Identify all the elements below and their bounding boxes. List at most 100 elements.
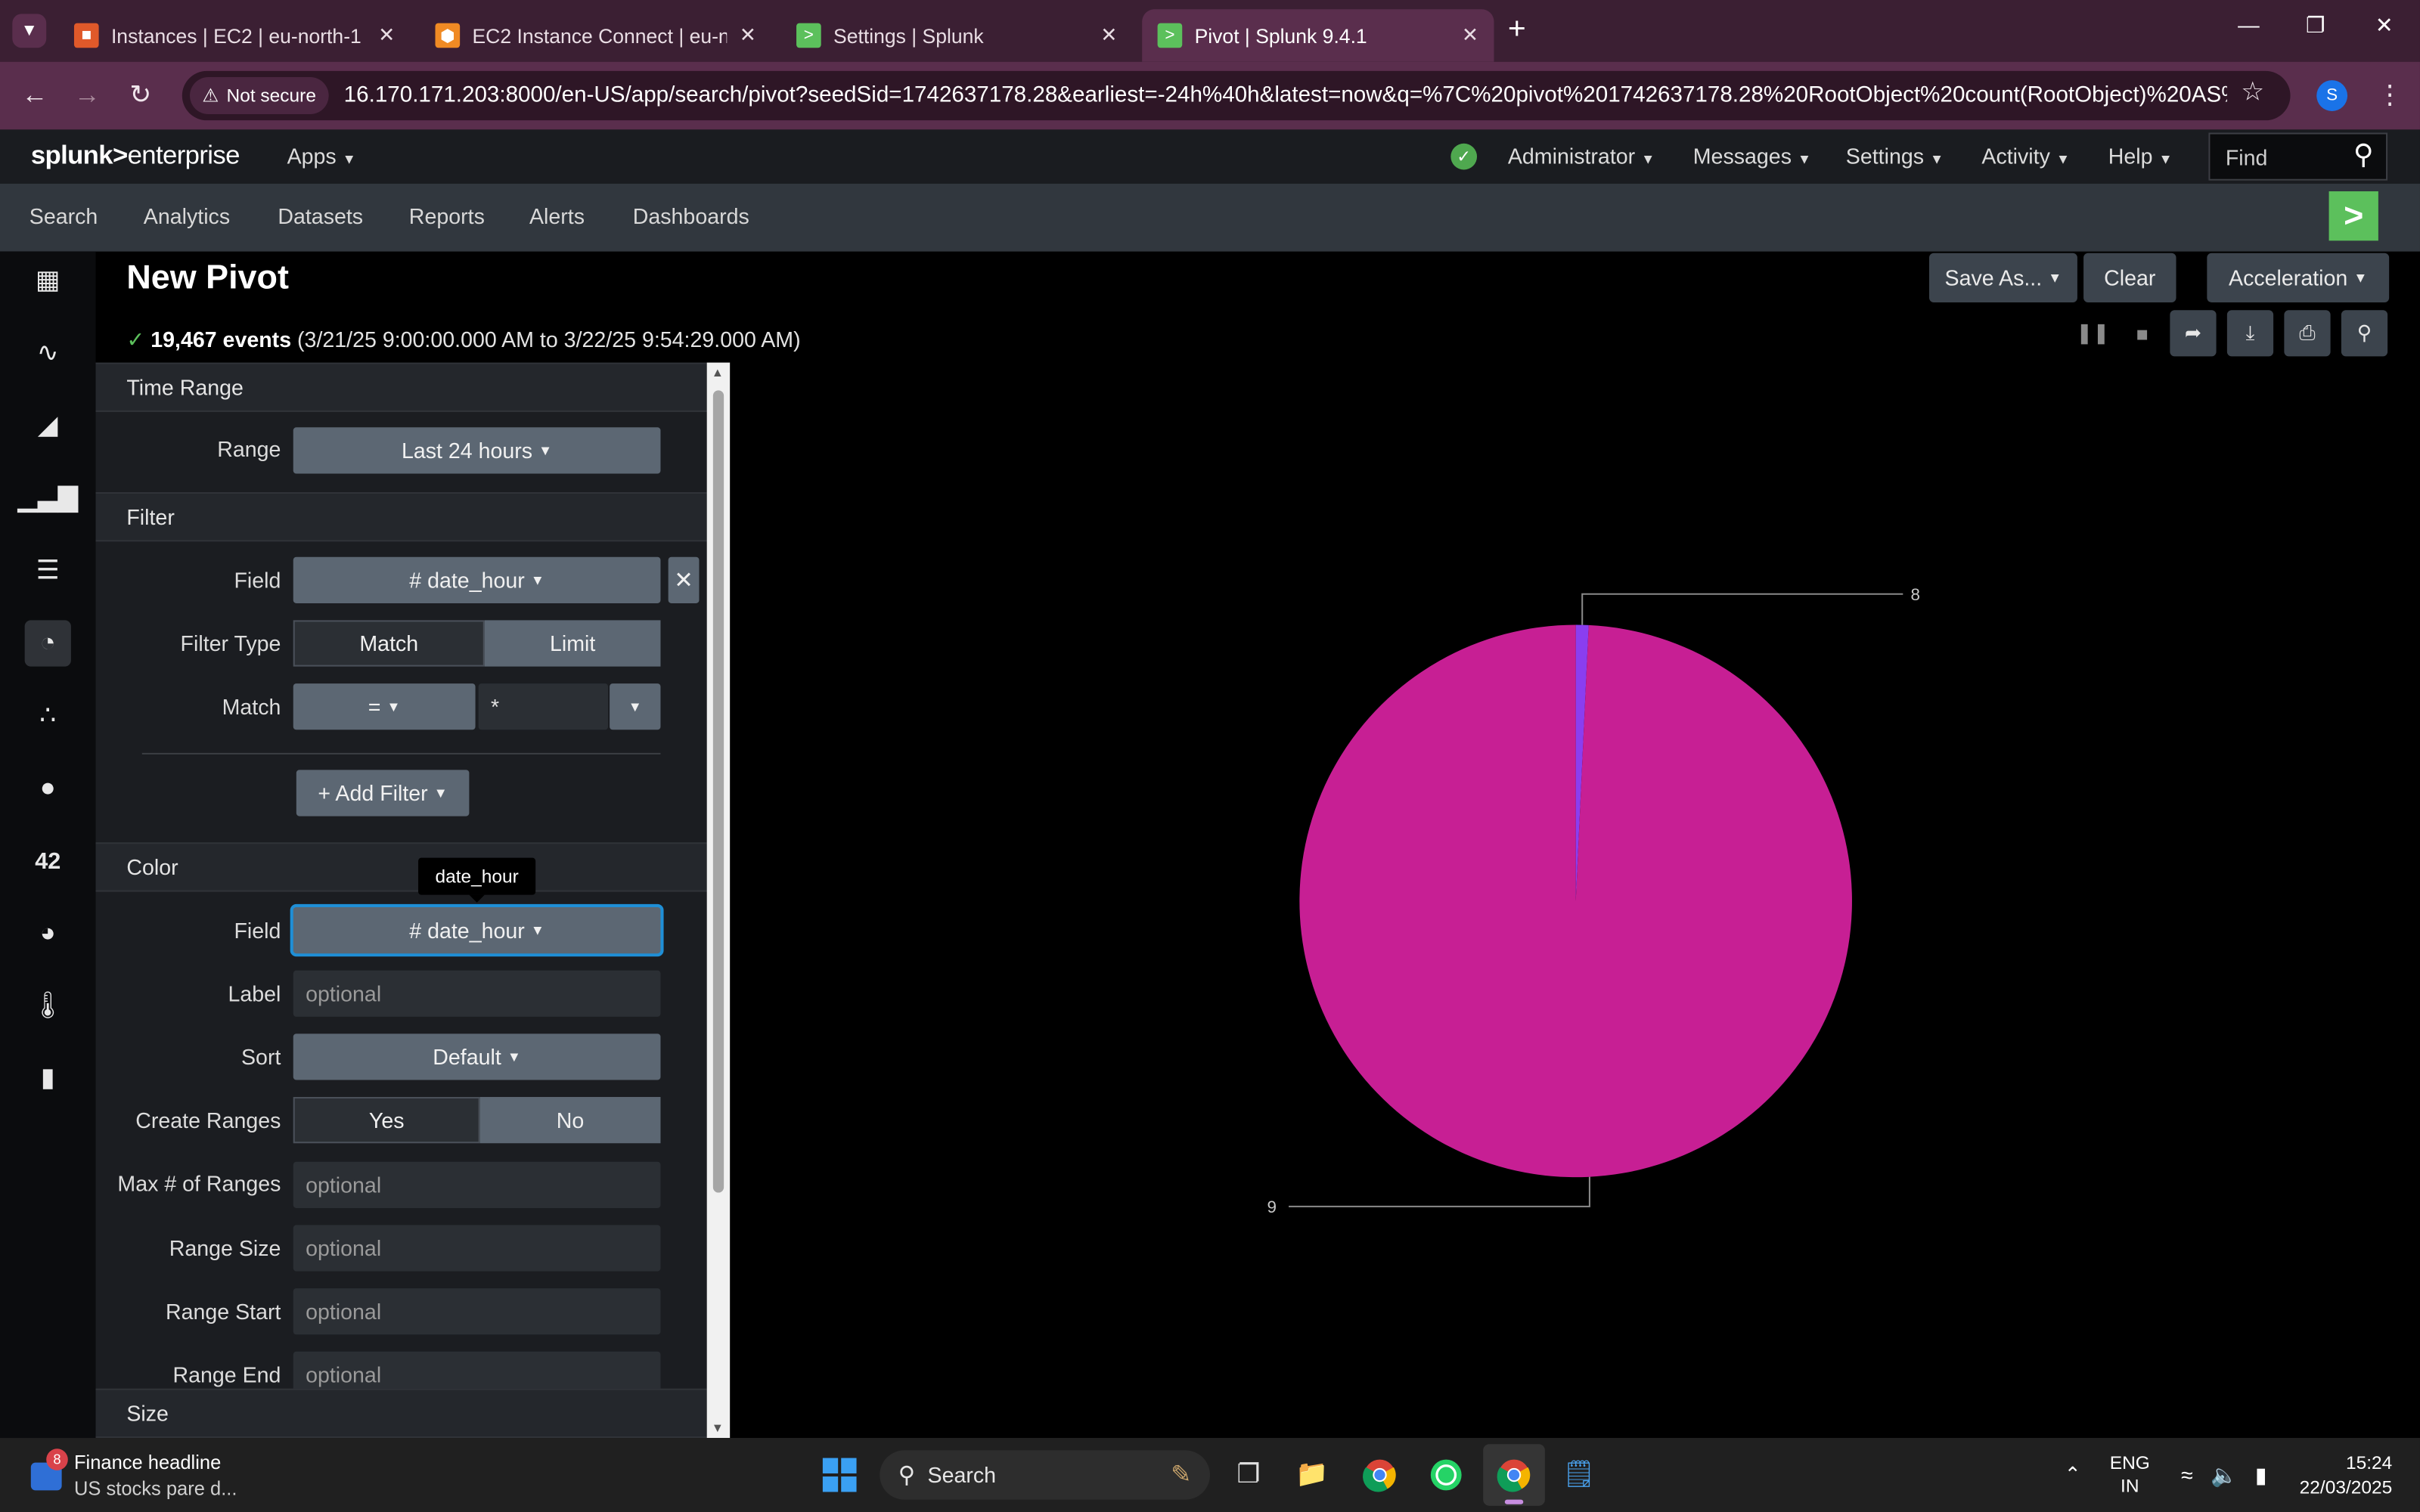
omnibox[interactable]: ⚠ Not secure 16.170.171.203:8000/en-US/a… — [182, 70, 2291, 121]
nav-search[interactable]: Search — [29, 203, 98, 228]
minimize-icon[interactable]: — — [2238, 12, 2260, 37]
single-value-icon[interactable]: 42 — [25, 838, 71, 884]
profile-avatar[interactable]: S — [2316, 80, 2348, 111]
stop-icon[interactable]: ■ — [2119, 310, 2165, 356]
marker-gauge-icon[interactable]: ▮ — [25, 1055, 71, 1101]
nav-datasets[interactable]: Datasets — [278, 203, 363, 228]
wifi-icon[interactable]: ≈ — [2168, 1457, 2205, 1494]
filter-type-match-toggle[interactable]: Match — [293, 620, 485, 667]
find-input[interactable]: Find ⚲ — [2208, 132, 2388, 181]
show-hidden-icons-icon[interactable]: ⌃ — [2054, 1457, 2091, 1494]
forward-icon[interactable]: → — [74, 80, 101, 111]
radial-gauge-icon[interactable]: ◕ — [25, 910, 71, 956]
close-window-icon[interactable]: ✕ — [2375, 12, 2394, 39]
filler-gauge-icon[interactable]: 🌡 — [25, 983, 71, 1029]
splunk-app-logo-icon[interactable]: > — [2328, 191, 2378, 241]
site-security-indicator[interactable]: ⚠ Not secure — [190, 77, 329, 115]
clear-button[interactable]: Clear — [2083, 253, 2176, 302]
bookmark-star-icon[interactable]: ☆ — [2241, 77, 2264, 108]
pause-icon[interactable]: ❚❚ — [2070, 310, 2116, 356]
restore-icon[interactable]: ❐ — [2306, 12, 2325, 39]
tab-search-icon[interactable]: ▼ — [12, 14, 47, 48]
nav-dashboards[interactable]: Dashboards — [633, 203, 749, 228]
filter-field-dropdown[interactable]: # date_hour ▼ — [293, 556, 661, 603]
chrome-active-icon[interactable] — [1483, 1444, 1545, 1506]
area-chart-icon[interactable]: ◢ — [25, 403, 71, 449]
taskbar-search[interactable]: ⚲ Search ✎ — [880, 1450, 1210, 1500]
color-field-dropdown[interactable]: # date_hour ▼ — [293, 906, 661, 954]
browser-tab[interactable]: > Settings | Splunk ✕ — [781, 9, 1133, 61]
close-tab-icon[interactable]: ✕ — [1462, 23, 1478, 48]
bar-chart-icon[interactable]: ☰ — [25, 547, 71, 593]
nav-analytics[interactable]: Analytics — [144, 203, 230, 228]
range-start-input[interactable]: optional — [293, 1288, 661, 1335]
user-menu[interactable]: Administrator ▼ — [1508, 144, 1655, 169]
scatter-chart-icon[interactable]: ∴ — [25, 692, 71, 739]
close-tab-icon[interactable]: ✕ — [740, 23, 756, 48]
search-icon: ⚲ — [898, 1462, 916, 1489]
save-as-button[interactable]: Save As... ▼ — [1929, 253, 2077, 302]
match-operator-dropdown[interactable]: = ▼ — [293, 683, 476, 730]
settings-menu[interactable]: Settings ▼ — [1846, 144, 1944, 169]
create-ranges-no-toggle[interactable]: No — [479, 1097, 661, 1144]
news-widget[interactable]: 8 Finance headline US stocks pare d... — [28, 1447, 337, 1502]
open-in-search-icon[interactable]: ⚲ — [2341, 310, 2388, 357]
windows-start-icon[interactable] — [821, 1457, 858, 1494]
browser-tab-active[interactable]: > Pivot | Splunk 9.4.1 ✕ — [1142, 9, 1494, 62]
filter-type-limit-toggle[interactable]: Limit — [484, 620, 661, 667]
browser-tab[interactable]: ⬢ EC2 Instance Connect | eu-north-1 ✕ — [420, 9, 771, 61]
url-text[interactable]: 16.170.171.203:8000/en-US/app/search/piv… — [344, 83, 2227, 108]
back-icon[interactable]: ← — [22, 80, 48, 111]
nav-alerts[interactable]: Alerts — [529, 203, 585, 228]
browser-tab[interactable]: ■ Instances | EC2 | eu-north-1 ✕ — [59, 9, 411, 61]
match-value-input[interactable]: * — [478, 683, 609, 730]
add-filter-button[interactable]: + Add Filter ▼ — [296, 770, 470, 816]
notepad-icon[interactable]: 🗒 — [1560, 1457, 1597, 1494]
statistics-table-icon[interactable]: ▦ — [25, 258, 71, 304]
battery-icon[interactable]: ▮ — [2242, 1457, 2279, 1494]
whatsapp-icon[interactable] — [1428, 1457, 1465, 1494]
pie-chart-icon[interactable]: ◔ — [24, 620, 71, 667]
sparkline-icon[interactable]: ∿ — [25, 330, 71, 376]
language-indicator[interactable]: ENG IN — [2108, 1452, 2152, 1498]
app-nav-bar: Search Analytics Datasets Reports Alerts… — [0, 183, 2420, 252]
close-tab-icon[interactable]: ✕ — [1100, 23, 1117, 48]
health-status-icon[interactable]: ✓ — [1450, 143, 1478, 170]
share-icon[interactable]: ➦ — [2170, 310, 2217, 357]
new-tab-icon[interactable]: + — [1508, 12, 1526, 48]
scroll-down-icon[interactable]: ▼ — [712, 1421, 724, 1435]
panel-scrollbar[interactable]: ▲ ▼ — [706, 362, 731, 1439]
color-label-input[interactable]: optional — [293, 970, 661, 1017]
acceleration-button[interactable]: Acceleration ▼ — [2207, 253, 2390, 302]
scrollbar-thumb[interactable] — [712, 390, 724, 1193]
chrome-icon[interactable] — [1361, 1457, 1398, 1494]
match-value-dropdown[interactable]: ▼ — [610, 683, 661, 730]
reload-icon[interactable]: ↻ — [129, 80, 151, 111]
range-size-input[interactable]: optional — [293, 1225, 661, 1272]
close-tab-icon[interactable]: ✕ — [378, 23, 395, 48]
export-icon[interactable]: ⤓ — [2226, 310, 2274, 357]
scroll-up-icon[interactable]: ▲ — [712, 366, 724, 380]
print-icon[interactable]: ⎙ — [2284, 310, 2331, 357]
task-view-icon[interactable]: ❐ — [1230, 1457, 1267, 1494]
nav-reports[interactable]: Reports — [409, 203, 485, 228]
pie-slice-9[interactable] — [1299, 624, 1852, 1178]
pie-chart: 89 — [1267, 585, 1919, 1216]
column-chart-icon[interactable]: ▁▃▇ — [17, 476, 78, 522]
create-ranges-yes-toggle[interactable]: Yes — [293, 1097, 480, 1144]
help-menu[interactable]: Help ▼ — [2108, 144, 2173, 169]
messages-menu[interactable]: Messages ▼ — [1693, 144, 1811, 169]
splunk-logo[interactable]: splunk>enterprise — [31, 141, 240, 172]
volume-icon[interactable]: 🔈 — [2205, 1457, 2242, 1494]
max-ranges-input[interactable]: optional — [293, 1161, 661, 1208]
bubble-chart-icon[interactable]: ● — [25, 765, 71, 811]
apps-menu[interactable]: Apps ▼ — [287, 144, 356, 169]
search-icon[interactable]: ⚲ — [2353, 139, 2374, 172]
clock[interactable]: 15:24 22/03/2025 — [2284, 1450, 2393, 1499]
remove-filter-button[interactable]: ✕ — [668, 556, 700, 603]
file-explorer-icon[interactable]: 📁 — [1293, 1457, 1330, 1494]
time-range-dropdown[interactable]: Last 24 hours ▼ — [293, 427, 661, 474]
browser-menu-icon[interactable]: ⋮ — [2377, 80, 2403, 111]
activity-menu[interactable]: Activity ▼ — [1981, 144, 2070, 169]
sort-dropdown[interactable]: Default ▼ — [293, 1033, 661, 1080]
